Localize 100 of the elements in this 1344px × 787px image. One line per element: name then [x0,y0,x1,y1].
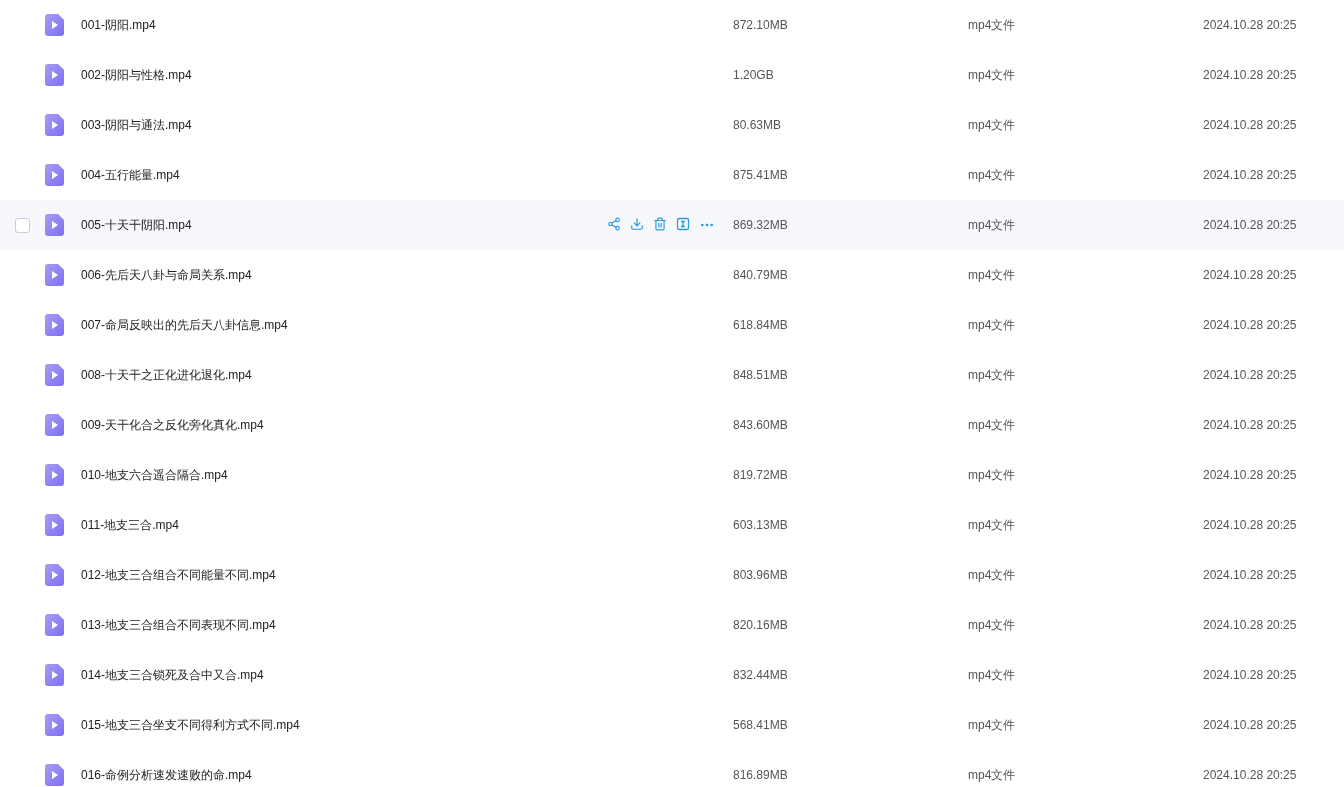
file-date: 2024.10.28 20:25 [1203,718,1298,732]
file-type: mp4文件 [968,466,1017,484]
file-type: mp4文件 [968,16,1017,34]
file-name[interactable]: 005-十天干阴阳.mp4 [81,216,591,234]
video-file-icon [45,614,64,636]
file-date: 2024.10.28 20:25 [1203,518,1298,532]
file-date: 2024.10.28 20:25 [1203,318,1298,332]
file-date: 2024.10.28 20:25 [1203,68,1298,82]
file-name[interactable]: 007-命局反映出的先后天八卦信息.mp4 [81,316,591,334]
file-name[interactable]: 014-地支三合锁死及合中又合.mp4 [81,666,591,684]
video-file-icon [45,114,64,136]
file-size: 848.51MB [733,368,789,382]
file-name[interactable]: 004-五行能量.mp4 [81,166,591,184]
file-type: mp4文件 [968,366,1017,384]
file-type: mp4文件 [968,566,1017,584]
file-date: 2024.10.28 20:25 [1203,618,1298,632]
video-file-icon [45,714,64,736]
file-date: 2024.10.28 20:25 [1203,18,1298,32]
file-size: 80.63MB [733,118,783,132]
file-type: mp4文件 [968,766,1017,784]
file-date: 2024.10.28 20:25 [1203,468,1298,482]
video-file-icon [45,14,64,36]
file-type: mp4文件 [968,116,1017,134]
file-name[interactable]: 008-十天干之正化进化退化.mp4 [81,366,591,384]
video-file-icon [45,664,64,686]
file-size: 820.16MB [733,618,789,632]
file-name[interactable]: 012-地支三合组合不同能量不同.mp4 [81,566,591,584]
file-row[interactable]: 012-地支三合组合不同能量不同.mp4 803.96MB mp4文件 2024.10.28 20:25 [0,550,1344,600]
file-type: mp4文件 [968,66,1017,84]
file-row[interactable]: 014-地支三合锁死及合中又合.mp4 832.44MB mp4文件 2024.10.28 20:25 [0,650,1344,700]
file-type: mp4文件 [968,516,1017,534]
file-size: 1.20GB [733,68,775,82]
share-icon[interactable] [607,217,621,233]
video-file-icon [45,364,64,386]
rename-icon[interactable] [676,217,690,233]
file-size: 840.79MB [733,268,789,282]
file-name[interactable]: 013-地支三合组合不同表现不同.mp4 [81,616,591,634]
video-file-icon [45,514,64,536]
file-size: 816.89MB [733,768,789,782]
file-row[interactable]: 015-地支三合坐支不同得利方式不同.mp4 568.41MB mp4文件 2024.10.28 20:25 [0,700,1344,750]
delete-icon[interactable] [653,217,667,233]
video-file-icon [45,214,64,236]
file-date: 2024.10.28 20:25 [1203,268,1298,282]
video-file-icon [45,564,64,586]
file-name[interactable]: 003-阴阳与通法.mp4 [81,116,591,134]
file-name[interactable]: 006-先后天八卦与命局关系.mp4 [81,266,591,284]
download-icon[interactable] [630,217,644,233]
file-row[interactable]: 003-阴阳与通法.mp4 80.63MB mp4文件 2024.10.28 20:25 [0,100,1344,150]
file-date: 2024.10.28 20:25 [1203,418,1298,432]
file-type: mp4文件 [968,266,1017,284]
file-row[interactable]: 001-阴阳.mp4 872.10MB mp4文件 2024.10.28 20:25 [0,0,1344,50]
file-row[interactable]: 005-十天干阴阳.mp4 869.32MB mp4文件 2024.10.28 20:25 [0,200,1344,250]
file-name[interactable]: 009-天干化合之反化旁化真化.mp4 [81,416,591,434]
file-row[interactable]: 008-十天干之正化进化退化.mp4 848.51MB mp4文件 2024.10.28 20:25 [0,350,1344,400]
file-type: mp4文件 [968,716,1017,734]
file-size: 803.96MB [733,568,789,582]
file-name[interactable]: 015-地支三合坐支不同得利方式不同.mp4 [81,716,591,734]
file-size: 869.32MB [733,218,789,232]
file-name[interactable]: 001-阴阳.mp4 [81,16,591,34]
file-row[interactable]: 010-地支六合遥合隔合.mp4 819.72MB mp4文件 2024.10.28 20:25 [0,450,1344,500]
file-size: 618.84MB [733,318,789,332]
file-date: 2024.10.28 20:25 [1203,668,1298,682]
file-name[interactable]: 016-命例分析速发速败的命.mp4 [81,766,591,784]
file-type: mp4文件 [968,666,1017,684]
file-size: 819.72MB [733,468,789,482]
file-date: 2024.10.28 20:25 [1203,568,1298,582]
file-size: 843.60MB [733,418,789,432]
file-name[interactable]: 010-地支六合遥合隔合.mp4 [81,466,591,484]
row-checkbox[interactable] [15,217,30,233]
file-row[interactable]: 009-天干化合之反化旁化真化.mp4 843.60MB mp4文件 2024.10.28 20:25 [0,400,1344,450]
file-type: mp4文件 [968,416,1017,434]
file-row[interactable]: 006-先后天八卦与命局关系.mp4 840.79MB mp4文件 2024.10.28 20:25 [0,250,1344,300]
file-date: 2024.10.28 20:25 [1203,218,1298,232]
video-file-icon [45,764,64,786]
video-file-icon [45,414,64,436]
file-size: 832.44MB [733,668,789,682]
file-row[interactable]: 013-地支三合组合不同表现不同.mp4 820.16MB mp4文件 2024.10.28 20:25 [0,600,1344,650]
video-file-icon [45,464,64,486]
video-file-icon [45,64,64,86]
file-name[interactable]: 002-阴阳与性格.mp4 [81,66,591,84]
file-type: mp4文件 [968,166,1017,184]
file-type: mp4文件 [968,216,1017,234]
video-file-icon [45,314,64,336]
file-size: 603.13MB [733,518,789,532]
file-type: mp4文件 [968,316,1017,334]
video-file-icon [45,264,64,286]
file-size: 872.10MB [733,18,789,32]
file-date: 2024.10.28 20:25 [1203,368,1298,382]
file-row[interactable]: 011-地支三合.mp4 603.13MB mp4文件 2024.10.28 20:25 [0,500,1344,550]
file-row[interactable]: 007-命局反映出的先后天八卦信息.mp4 618.84MB mp4文件 2024.10.28 20:25 [0,300,1344,350]
file-row[interactable]: 004-五行能量.mp4 875.41MB mp4文件 2024.10.28 20:25 [0,150,1344,200]
file-name[interactable]: 011-地支三合.mp4 [81,516,591,534]
file-date: 2024.10.28 20:25 [1203,118,1298,132]
file-date: 2024.10.28 20:25 [1203,168,1298,182]
video-file-icon [45,164,64,186]
file-date: 2024.10.28 20:25 [1203,768,1298,782]
file-row[interactable]: 002-阴阳与性格.mp4 1.20GB mp4文件 2024.10.28 20:25 [0,50,1344,100]
file-type: mp4文件 [968,616,1017,634]
file-size: 568.41MB [733,718,789,732]
file-row[interactable]: 016-命例分析速发速败的命.mp4 816.89MB mp4文件 2024.10.28 20:25 [0,750,1344,787]
